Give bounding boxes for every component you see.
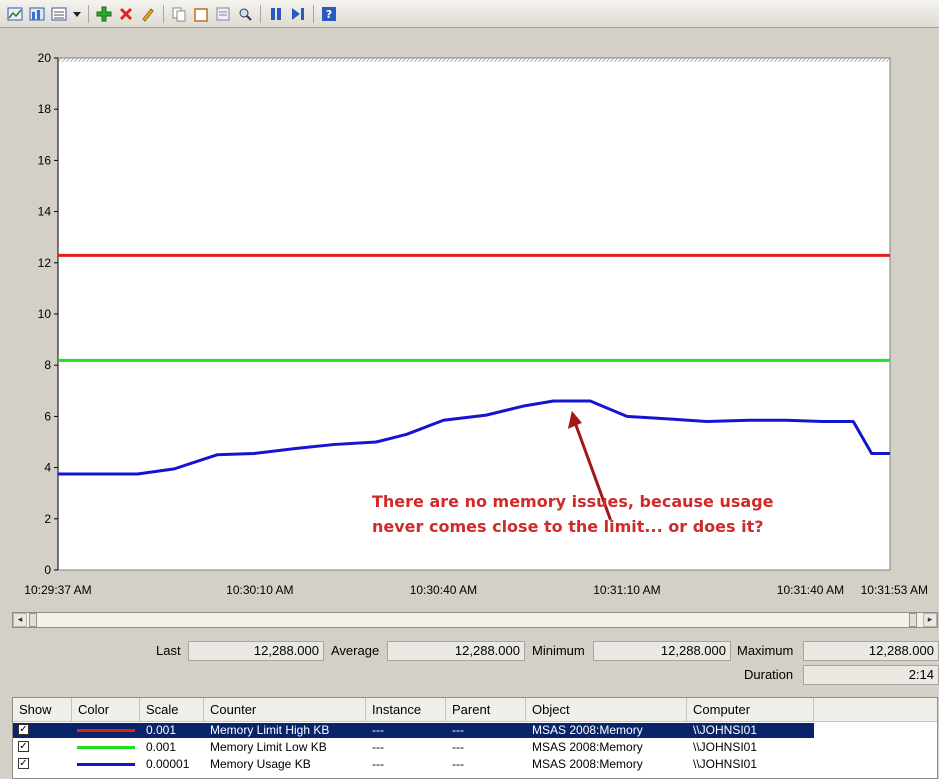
column-header-object[interactable]: Object	[526, 698, 687, 721]
color-swatch	[77, 763, 135, 766]
legend-row[interactable]: ✓ 0.001 Memory Limit Low KB --- --- MSAS…	[13, 740, 814, 755]
copy-properties-icon[interactable]	[170, 5, 188, 23]
counter-cell: Memory Usage KB	[210, 757, 311, 771]
y-tick-label: 10	[38, 307, 52, 321]
y-tick-label: 18	[38, 102, 52, 116]
column-header-color[interactable]: Color	[72, 698, 140, 721]
show-checkbox[interactable]: ✓	[18, 724, 29, 735]
maximum-value: 12,288.000	[803, 641, 939, 661]
column-header-instance[interactable]: Instance	[366, 698, 446, 721]
last-value: 12,288.000	[188, 641, 324, 661]
show-checkbox[interactable]: ✓	[18, 758, 29, 769]
x-tick-label: 10:31:53 AM	[861, 583, 928, 597]
x-tick-label: 10:30:10 AM	[226, 583, 293, 597]
paste-counter-list-icon[interactable]	[192, 5, 210, 23]
y-tick-label: 20	[38, 51, 52, 65]
maximum-label: Maximum	[737, 643, 794, 658]
legend-row[interactable]: ✓ 0.001 Memory Limit High KB --- --- MSA…	[13, 723, 814, 738]
computer-cell: \\JOHNSI01	[693, 723, 758, 737]
object-cell: MSAS 2008:Memory	[532, 740, 643, 754]
x-tick-label: 10:31:10 AM	[593, 583, 660, 597]
duration-value: 2:14	[803, 665, 939, 685]
scroll-thumb-right[interactable]	[909, 613, 917, 627]
instance-cell: ---	[372, 723, 384, 737]
counter-cell: Memory Limit Low KB	[210, 740, 327, 754]
y-tick-label: 12	[38, 256, 52, 270]
average-label: Average	[331, 643, 380, 658]
scroll-left-button[interactable]: ◂	[13, 613, 27, 627]
delete-counter-icon[interactable]	[117, 5, 135, 23]
counter-cell: Memory Limit High KB	[210, 723, 330, 737]
y-tick-label: 0	[44, 563, 51, 577]
y-tick-label: 2	[44, 512, 51, 526]
object-cell: MSAS 2008:Memory	[532, 723, 643, 737]
toolbar-separator	[88, 4, 89, 23]
time-scrollbar[interactable]: ◂ ▸	[12, 612, 938, 628]
scale-cell: 0.001	[146, 740, 177, 754]
scale-cell: 0.001	[146, 723, 177, 737]
toolbar-separator	[260, 4, 261, 23]
color-swatch	[77, 746, 135, 749]
help-icon[interactable]: ?	[320, 5, 338, 23]
y-tick-label: 6	[44, 409, 51, 423]
instance-cell: ---	[372, 757, 384, 771]
add-counter-icon[interactable]	[95, 5, 113, 23]
zoom-icon[interactable]	[236, 5, 254, 23]
annotation-text: There are no memory issues, because usag…	[372, 492, 774, 511]
properties-icon[interactable]	[214, 5, 232, 23]
legend-header: Show Color Scale Counter Instance Parent…	[13, 698, 937, 722]
column-header-scale[interactable]: Scale	[140, 698, 204, 721]
average-value: 12,288.000	[387, 641, 525, 661]
x-tick-label: 10:31:40 AM	[777, 583, 844, 597]
counter-legend-table: Show Color Scale Counter Instance Parent…	[12, 697, 938, 779]
annotation-text: never comes close to the limit... or doe…	[372, 517, 764, 536]
computer-cell: \\JOHNSI01	[693, 740, 758, 754]
column-header-parent[interactable]: Parent	[446, 698, 526, 721]
view-graph-icon[interactable]	[6, 5, 24, 23]
y-tick-label: 14	[38, 205, 52, 219]
svg-text:?: ?	[326, 8, 332, 21]
x-tick-label: 10:29:37 AM	[24, 583, 91, 597]
minimum-label: Minimum	[532, 643, 585, 658]
update-data-icon[interactable]	[289, 5, 307, 23]
line-chart: 0 2 4 6 8 10 12 14 16 18 20 10:29:37 AM 10:30:10 AM 1…	[24, 51, 928, 597]
duration-label: Duration	[744, 667, 794, 682]
last-label: Last	[156, 643, 181, 658]
parent-cell: ---	[452, 740, 464, 754]
minimum-value: 12,288.000	[593, 641, 731, 661]
freeze-display-icon[interactable]	[267, 5, 285, 23]
graph-area: 0 2 4 6 8 10 12 14 16 18 20 10:29:37 AM 10:30:10 AM 1…	[0, 28, 939, 610]
toolbar-separator	[313, 4, 314, 23]
instance-cell: ---	[372, 740, 384, 754]
highlight-icon[interactable]	[139, 5, 157, 23]
y-tick-label: 8	[44, 358, 51, 372]
view-report-icon[interactable]	[50, 5, 68, 23]
column-header-show[interactable]: Show	[13, 698, 72, 721]
view-histogram-icon[interactable]	[28, 5, 46, 23]
scroll-right-button[interactable]: ▸	[923, 613, 937, 627]
legend-row[interactable]: ✓ 0.00001 Memory Usage KB --- --- MSAS 2…	[13, 757, 814, 772]
dropdown-icon[interactable]	[72, 5, 82, 23]
y-tick-label: 4	[44, 461, 51, 475]
column-header-counter[interactable]: Counter	[204, 698, 366, 721]
parent-cell: ---	[452, 723, 464, 737]
parent-cell: ---	[452, 757, 464, 771]
color-swatch	[77, 729, 135, 732]
object-cell: MSAS 2008:Memory	[532, 757, 643, 771]
scale-cell: 0.00001	[146, 757, 190, 771]
y-tick-label: 16	[38, 153, 52, 167]
x-tick-label: 10:30:40 AM	[410, 583, 477, 597]
toolbar-separator	[163, 4, 164, 23]
scroll-thumb-left[interactable]	[29, 613, 37, 627]
computer-cell: \\JOHNSI01	[693, 757, 758, 771]
toolbar: ?	[0, 0, 939, 28]
show-checkbox[interactable]: ✓	[18, 741, 29, 752]
column-header-computer[interactable]: Computer	[687, 698, 814, 721]
